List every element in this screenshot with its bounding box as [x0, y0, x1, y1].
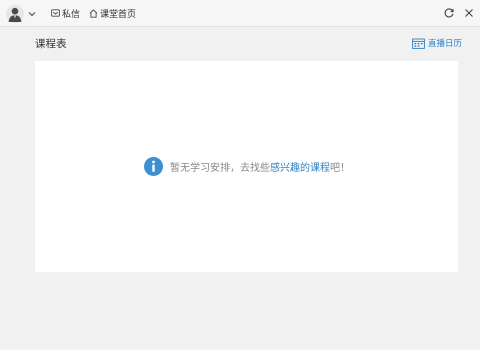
live-calendar-label: 直播日历 — [428, 39, 463, 49]
top-toolbar: 私信 课堂首页 — [0, 0, 480, 27]
refresh-icon — [444, 8, 454, 18]
page-title: 课程表 — [35, 38, 67, 50]
chevron-down-icon[interactable] — [28, 10, 36, 18]
schedule-panel: 暂无学习安排，去找些 感兴趣的课程 吧！ — [35, 61, 458, 272]
close-icon — [465, 9, 473, 17]
home-icon — [89, 9, 98, 18]
nav-class-home-label: 课堂首页 — [100, 10, 137, 20]
nav-messages[interactable]: 私信 — [51, 6, 80, 21]
nav-class-home[interactable]: 课堂首页 — [89, 6, 136, 21]
empty-state-suffix: 吧！ — [330, 163, 350, 174]
refresh-button[interactable] — [443, 7, 455, 19]
close-button[interactable] — [463, 7, 475, 19]
interesting-courses-link[interactable]: 感兴趣的课程 — [270, 159, 330, 174]
empty-state-message: 暂无学习安排，去找些 感兴趣的课程 吧！ — [144, 157, 350, 176]
empty-state-text: 暂无学习安排，去找些 — [170, 163, 270, 174]
live-calendar-link[interactable]: 直播日历 — [412, 37, 462, 49]
message-icon — [51, 9, 60, 17]
user-menu[interactable] — [6, 4, 36, 24]
calendar-icon — [412, 38, 425, 49]
user-avatar-icon[interactable] — [6, 5, 24, 23]
nav-messages-label: 私信 — [62, 10, 81, 20]
info-icon — [144, 157, 163, 176]
